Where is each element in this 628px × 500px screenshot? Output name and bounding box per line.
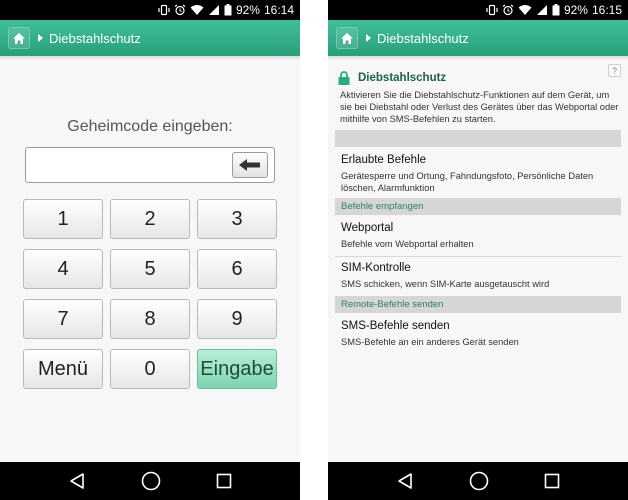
setting-sim-control[interactable]: SIM-Kontrolle SMS schicken, wenn SIM-Kar…: [341, 262, 619, 290]
wifi-icon: [518, 5, 532, 15]
back-icon[interactable]: [68, 472, 86, 490]
status-bar: 92% 16:14: [0, 0, 300, 20]
home-button[interactable]: [336, 27, 358, 49]
divider: [335, 256, 621, 257]
wifi-icon: [190, 5, 204, 15]
setting-webportal[interactable]: Webportal Befehle vom Webportal erhalten: [341, 222, 619, 250]
alarm-icon: [502, 4, 514, 16]
section-blank: [335, 130, 621, 147]
setting-title: Erlaubte Befehle: [341, 154, 427, 166]
intro-title: Diebstahlschutz: [358, 72, 447, 84]
key-0[interactable]: 0: [110, 349, 190, 389]
key-2[interactable]: 2: [110, 199, 190, 239]
key-1[interactable]: 1: [23, 199, 103, 239]
recents-icon[interactable]: [544, 473, 560, 489]
setting-title: SIM-Kontrolle: [341, 262, 411, 274]
enter-button[interactable]: Eingabe: [197, 349, 277, 389]
key-9[interactable]: 9: [197, 299, 277, 339]
backspace-arrow-icon: [239, 159, 260, 171]
key-5[interactable]: 5: [110, 249, 190, 289]
setting-allowed-commands[interactable]: Erlaubte Befehle Gerätesperre und Ortung…: [341, 154, 619, 194]
section-remote-commands: Remote-Befehle senden: [335, 296, 621, 313]
app-bar-shadow: [0, 56, 300, 60]
key-7[interactable]: 7: [23, 299, 103, 339]
help-button[interactable]: ?: [608, 64, 621, 77]
setting-desc: Gerätesperre und Ortung, Fahndungsfoto, …: [341, 171, 594, 193]
breadcrumb-separator: [38, 34, 43, 42]
setting-desc: Befehle vom Webportal erhalten: [341, 239, 474, 249]
status-time: 16:15: [591, 3, 622, 17]
home-circle-icon[interactable]: [141, 471, 161, 491]
code-label: Geheimcode eingeben:: [67, 118, 233, 135]
signal-icon: [208, 5, 219, 15]
code-input[interactable]: [25, 147, 275, 183]
home-icon: [341, 32, 353, 44]
key-8[interactable]: 8: [110, 299, 190, 339]
app-bar: Diebstahlschutz: [328, 20, 628, 56]
setting-title: Webportal: [341, 222, 394, 234]
setting-sms-commands[interactable]: SMS-Befehle senden SMS-Befehle an ein an…: [341, 320, 619, 348]
navigation-bar: [0, 462, 300, 500]
status-time: 16:14: [263, 3, 294, 17]
section-receive-commands: Befehle empfangen: [335, 198, 621, 215]
backspace-button[interactable]: [232, 152, 268, 178]
lock-icon: [338, 71, 350, 85]
battery-percent: 92%: [563, 3, 588, 17]
recents-icon[interactable]: [216, 473, 232, 489]
intro-header: Diebstahlschutz: [338, 71, 446, 85]
battery-icon: [224, 4, 232, 16]
key-6[interactable]: 6: [197, 249, 277, 289]
app-bar-shadow: [328, 56, 628, 60]
status-bar: 92% 16:15: [328, 0, 628, 20]
keypad: 1 2 3 4 5 6 7 8 9 Menü 0 Eingabe: [23, 199, 277, 389]
keypad-screen: 92% 16:14 Diebstahlschutz Geheimcode ein…: [0, 0, 300, 500]
home-button[interactable]: [8, 27, 30, 49]
home-circle-icon[interactable]: [469, 471, 489, 491]
setting-desc: SMS schicken, wenn SIM-Karte ausgetausch…: [341, 279, 550, 289]
menu-button[interactable]: Menü: [23, 349, 103, 389]
setting-desc: SMS-Befehle an ein anderes Gerät senden: [341, 337, 519, 347]
vibrate-icon: [486, 4, 498, 16]
breadcrumb-separator: [366, 34, 371, 42]
navigation-bar: [328, 462, 628, 500]
setting-title: SMS-Befehle senden: [341, 320, 450, 332]
key-4[interactable]: 4: [23, 249, 103, 289]
breadcrumb-title: Diebstahlschutz: [377, 30, 469, 46]
battery-percent: 92%: [235, 3, 260, 17]
intro-text: Aktivieren Sie die Diebstahlschutz-Funkt…: [340, 90, 619, 124]
home-icon: [13, 32, 25, 44]
back-icon[interactable]: [396, 472, 414, 490]
vibrate-icon: [158, 4, 170, 16]
settings-screen: 92% 16:15 Diebstahlschutz ? Diebstahlsch…: [328, 0, 628, 500]
key-3[interactable]: 3: [197, 199, 277, 239]
alarm-icon: [174, 4, 186, 16]
signal-icon: [536, 5, 547, 15]
battery-icon: [552, 4, 560, 16]
breadcrumb-title: Diebstahlschutz: [49, 30, 141, 46]
app-bar: Diebstahlschutz: [0, 20, 300, 56]
